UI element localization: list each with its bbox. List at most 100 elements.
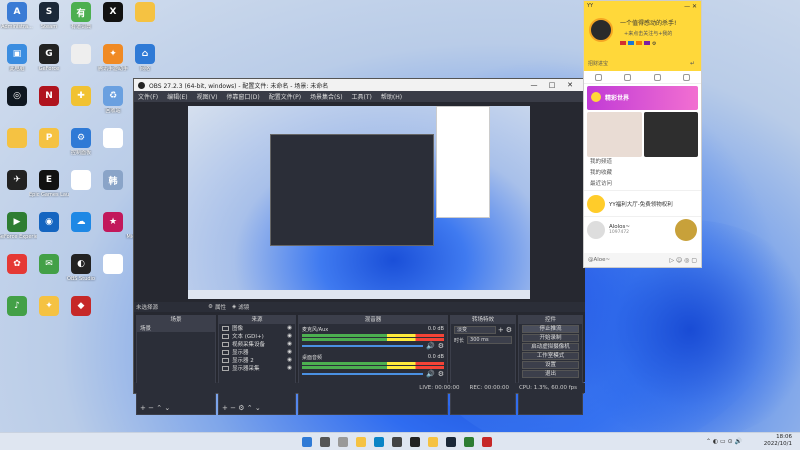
gear-icon[interactable]: ⚙ bbox=[238, 404, 244, 412]
volume-slider[interactable] bbox=[302, 345, 423, 347]
volume-slider[interactable] bbox=[302, 373, 423, 375]
chevron-up-icon[interactable]: ⌃ bbox=[156, 404, 162, 412]
filters-button[interactable]: 滤镜 bbox=[238, 303, 249, 311]
gear-icon[interactable]: ⚙ bbox=[438, 370, 444, 378]
exit-button[interactable]: 退出 bbox=[522, 370, 579, 378]
properties-button[interactable]: 属性 bbox=[215, 303, 226, 311]
contacts-icon[interactable] bbox=[624, 73, 632, 81]
remove-icon[interactable]: − bbox=[148, 404, 154, 412]
clock[interactable]: 18:06 2022/10/1 bbox=[764, 434, 792, 448]
filter-icon[interactable]: ◈ bbox=[232, 304, 236, 310]
source-item[interactable]: 显示器 2 ◉ bbox=[219, 356, 295, 364]
eye-icon[interactable]: ◉ bbox=[287, 365, 292, 371]
banner-icon bbox=[591, 92, 601, 102]
steam-taskbar-icon[interactable] bbox=[446, 437, 456, 447]
eye-icon[interactable]: ◉ bbox=[287, 333, 292, 339]
transition-select[interactable]: 淡变 bbox=[454, 326, 496, 334]
start-virtual-camera-button[interactable]: 启动虚拟摄像机 bbox=[522, 343, 579, 351]
settings-button[interactable]: 设置 bbox=[522, 361, 579, 369]
app-taskbar-icon[interactable] bbox=[482, 437, 492, 447]
obs-window[interactable]: OBS 27.2.3 (64-bit, windows) - 配置文件: 未命名… bbox=[133, 78, 585, 415]
photo-thumbnail[interactable] bbox=[643, 112, 698, 157]
folder-icon[interactable] bbox=[356, 437, 366, 447]
obs-titlebar[interactable]: OBS 27.2.3 (64-bit, windows) - 配置文件: 未命名… bbox=[134, 79, 583, 91]
gear-icon[interactable]: ⚙ bbox=[208, 304, 213, 310]
menu-scene-collection[interactable]: 场景集合(S) bbox=[310, 92, 343, 101]
desktop-icon[interactable]: ◆ bbox=[61, 296, 101, 336]
studio-mode-button[interactable]: 工作室模式 bbox=[522, 352, 579, 360]
duration-input[interactable]: 300 ms bbox=[467, 336, 512, 344]
maximize-button[interactable]: □ bbox=[543, 81, 561, 89]
yy-footer: @Aloe~ ▷ ☺ ◎ ▢ bbox=[584, 253, 701, 267]
footer-icons[interactable]: ▷ ☺ ◎ ▢ bbox=[670, 257, 698, 264]
menu-tools[interactable]: 工具(T) bbox=[352, 92, 372, 101]
source-item[interactable]: 视频采集设备 ◉ bbox=[219, 340, 295, 348]
eye-icon[interactable]: ◉ bbox=[287, 341, 292, 347]
list-item[interactable]: Alolos~ 1097472 bbox=[584, 216, 701, 242]
chevron-up-icon[interactable]: ⌃ bbox=[247, 404, 253, 412]
store-icon[interactable] bbox=[392, 437, 402, 447]
app-icon: ☁ bbox=[71, 212, 91, 232]
menu-view[interactable]: 视图(V) bbox=[197, 92, 218, 101]
audio-meter bbox=[302, 334, 444, 337]
remove-icon[interactable]: − bbox=[230, 404, 236, 412]
preview-canvas[interactable] bbox=[188, 106, 530, 299]
gear-icon[interactable]: ⚙ bbox=[438, 342, 444, 350]
avatar[interactable] bbox=[589, 18, 613, 42]
add-icon[interactable]: + bbox=[222, 404, 228, 412]
speaker-icon[interactable]: 🔊 bbox=[426, 342, 435, 350]
add-icon[interactable]: + bbox=[498, 326, 504, 334]
home-icon[interactable] bbox=[595, 73, 603, 81]
speaker-icon[interactable]: 🔊 bbox=[426, 370, 435, 378]
eye-icon[interactable]: ◉ bbox=[287, 357, 292, 363]
sources-header: 来源 bbox=[219, 316, 295, 324]
groups-icon[interactable] bbox=[653, 73, 661, 81]
recent-visits[interactable]: 最近访问 bbox=[584, 179, 701, 190]
app-icon bbox=[103, 254, 123, 274]
source-item[interactable]: 图像 ◉ bbox=[219, 324, 295, 332]
app-taskbar-icon[interactable] bbox=[464, 437, 474, 447]
eye-icon[interactable]: ◉ bbox=[287, 325, 292, 331]
task-view-icon[interactable] bbox=[338, 437, 348, 447]
add-icon[interactable]: + bbox=[140, 404, 146, 412]
my-channels[interactable]: 我的频道 bbox=[584, 157, 701, 168]
start-recording-button[interactable]: 开始录制 bbox=[522, 334, 579, 342]
gear-icon[interactable]: ⚙ bbox=[652, 41, 656, 47]
menu-help[interactable]: 帮助(H) bbox=[381, 92, 402, 101]
mixer-track-desktop: 桌面音频 0.0 dB 🔊 ⚙ bbox=[299, 352, 447, 380]
menu-edit[interactable]: 编辑(E) bbox=[167, 92, 187, 101]
yy-taskbar-icon[interactable] bbox=[428, 437, 438, 447]
source-item[interactable]: 显示器采集 ◉ bbox=[219, 364, 295, 372]
edge-icon[interactable] bbox=[374, 437, 384, 447]
yy-panel[interactable]: YY — ✕ 一个值得感动的杀手! +来点击关注与+我的 ⚙ 招财进宝 ↵ 精彩… bbox=[583, 0, 702, 268]
source-item[interactable]: 显示器 ◉ bbox=[219, 348, 295, 356]
menu-docks[interactable]: 停靠窗口(D) bbox=[226, 92, 259, 101]
enter-icon[interactable]: ↵ bbox=[690, 60, 695, 67]
stop-streaming-button[interactable]: 停止推流 bbox=[522, 325, 579, 333]
start-icon[interactable] bbox=[302, 437, 312, 447]
desktop-icon[interactable] bbox=[125, 2, 165, 42]
chevron-down-icon[interactable]: ⌄ bbox=[164, 404, 170, 412]
menu-file[interactable]: 文件(F) bbox=[138, 92, 158, 101]
app-icon: N bbox=[39, 86, 59, 106]
app-icon: ◐ bbox=[71, 254, 91, 274]
app-icon: E bbox=[39, 170, 59, 190]
minimize-button[interactable]: — bbox=[525, 81, 543, 89]
photo-thumbnail[interactable] bbox=[587, 112, 642, 157]
my-favorites[interactable]: 我的收藏 bbox=[584, 168, 701, 179]
gear-icon[interactable]: ⚙ bbox=[506, 326, 512, 334]
source-item[interactable]: 文本 (GDI+) ◉ bbox=[219, 332, 295, 340]
controls-dock: 控件 停止推流 开始录制 启动虚拟摄像机 工作室模式 设置 退出 bbox=[518, 315, 583, 415]
close-button[interactable]: ✕ bbox=[561, 81, 579, 89]
eye-icon[interactable]: ◉ bbox=[287, 349, 292, 355]
list-item[interactable]: YY福利大厅-免费领物权利 bbox=[584, 190, 701, 216]
obs-taskbar-icon[interactable] bbox=[410, 437, 420, 447]
yy-banner[interactable]: 精彩世界 bbox=[587, 86, 698, 110]
chevron-down-icon[interactable]: ⌄ bbox=[255, 404, 261, 412]
scene-item[interactable]: 场景 bbox=[137, 324, 215, 332]
menu-profile[interactable]: 配置文件(P) bbox=[269, 92, 301, 101]
profile-icon[interactable] bbox=[682, 73, 690, 81]
tray-icons[interactable]: ⌃ ◐ ▭ ⊙ 🔊 bbox=[706, 438, 742, 445]
search-icon[interactable] bbox=[320, 437, 330, 447]
window-controls[interactable]: — ✕ bbox=[684, 3, 697, 10]
